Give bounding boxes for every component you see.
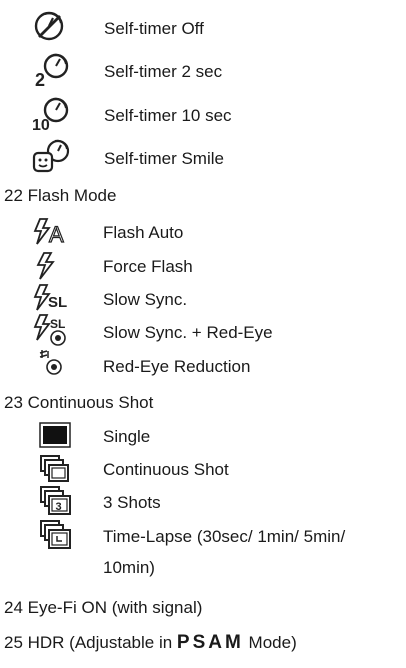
force-flash-label: Force Flash xyxy=(103,257,193,276)
self-timer-2-icon: 2 xyxy=(33,52,71,88)
self-timer-smile-label: Self-timer Smile xyxy=(104,149,224,168)
flash-auto-icon: A xyxy=(33,217,69,247)
self-timer-off-label: Self-timer Off xyxy=(104,19,204,38)
eye-fi-heading: 24 Eye-Fi ON (with signal) xyxy=(4,598,203,617)
hdr-modes: PSAM xyxy=(176,632,244,653)
hdr-prefix: 25 HDR (Adjustable in xyxy=(4,633,177,652)
svg-text:A: A xyxy=(49,222,64,247)
self-timer-off-icon xyxy=(33,10,67,44)
svg-text:2: 2 xyxy=(35,70,45,88)
red-eye-reduction-label: Red-Eye Reduction xyxy=(103,357,251,376)
slow-sync-red-eye-label: Slow Sync. + Red-Eye xyxy=(103,323,273,342)
self-timer-2-label: Self-timer 2 sec xyxy=(104,62,223,81)
single-shot-icon xyxy=(39,422,71,448)
three-shots-icon: 3 xyxy=(40,486,72,516)
svg-text:SL: SL xyxy=(50,317,65,331)
self-timer-10-icon: 10 xyxy=(31,96,71,132)
time-lapse-label-line1: Time-Lapse (30sec/ 1min/ 5min/ xyxy=(103,527,346,546)
svg-text:10: 10 xyxy=(32,117,50,132)
flash-mode-heading: 22 Flash Mode xyxy=(4,186,117,205)
three-shots-label: 3 Shots xyxy=(103,493,161,512)
slow-sync-label: Slow Sync. xyxy=(103,290,188,309)
red-eye-reduction-icon xyxy=(39,348,65,376)
hdr-suffix: Mode) xyxy=(243,633,297,652)
svg-text:SL: SL xyxy=(48,294,67,311)
continuous-shot-heading: 23 Continuous Shot xyxy=(4,393,154,412)
time-lapse-label-line2: 10min) xyxy=(103,558,155,577)
self-timer-10-label: Self-timer 10 sec xyxy=(104,106,232,125)
slow-sync-icon: SL xyxy=(33,283,71,313)
time-lapse-icon xyxy=(40,520,72,550)
continuous-shot-label: Continuous Shot xyxy=(103,460,229,479)
self-timer-smile-icon xyxy=(32,138,72,174)
hdr-heading: 25 HDR (Adjustable in PSAM Mode) xyxy=(4,632,297,653)
slow-sync-red-eye-icon: SL xyxy=(33,313,71,347)
svg-text:3: 3 xyxy=(56,501,62,513)
flash-auto-label: Flash Auto xyxy=(103,223,184,242)
continuous-shot-icon xyxy=(40,455,70,483)
force-flash-icon xyxy=(35,251,57,281)
single-shot-label: Single xyxy=(103,427,151,446)
